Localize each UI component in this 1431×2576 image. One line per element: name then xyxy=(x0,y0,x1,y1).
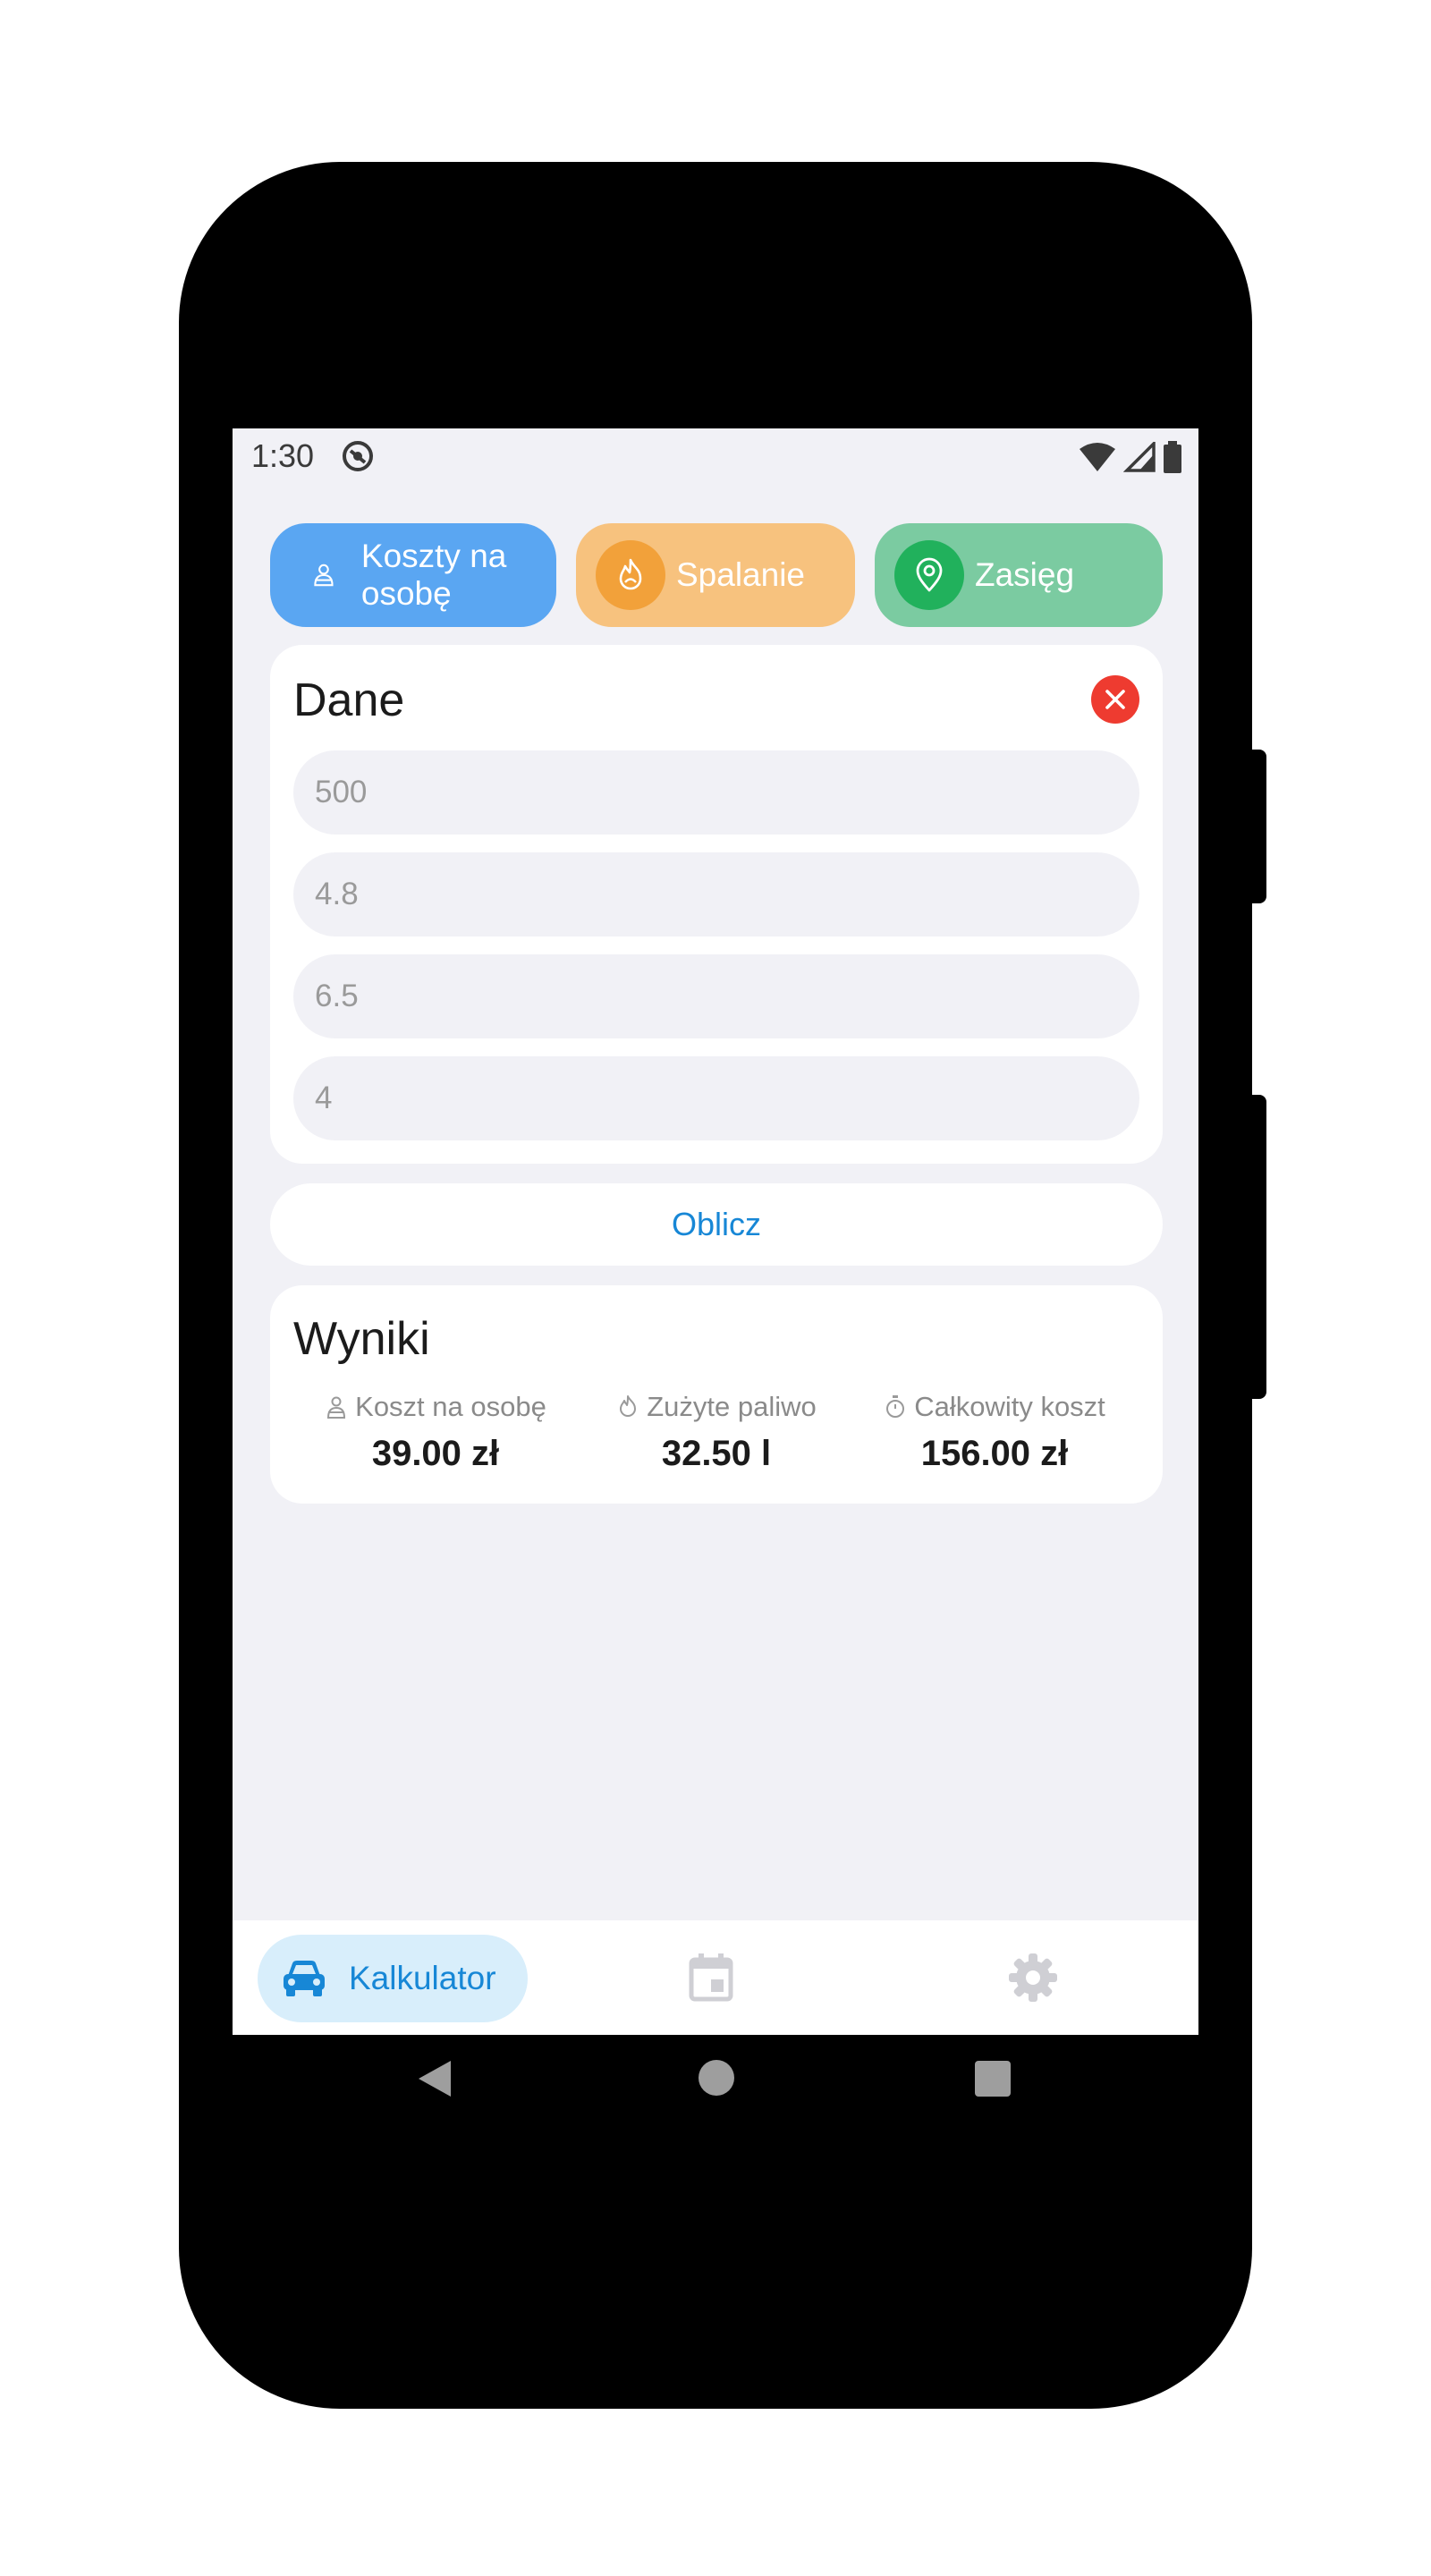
person-icon xyxy=(327,1396,346,1419)
result-total-cost: Całkowity koszt 156.00 zł xyxy=(860,1391,1129,1474)
persons-field[interactable] xyxy=(293,1056,1139,1140)
wifi-icon xyxy=(1080,443,1115,471)
distance-input[interactable] xyxy=(313,774,1139,811)
bottom-navigation: Kalkulator xyxy=(233,1920,1198,2035)
battery-icon xyxy=(1164,441,1181,473)
car-icon xyxy=(284,1961,325,1996)
gear-icon[interactable] xyxy=(1006,1951,1060,2004)
data-card-title: Dane xyxy=(293,674,405,726)
timer-icon xyxy=(886,1395,905,1418)
results-card: Wyniki Koszt na osobę 39.00 zł Zużyte pa… xyxy=(270,1285,1163,1504)
result-fuel-used: Zużyte paliwo 32.50 l xyxy=(596,1391,837,1474)
chip-fuel-consumption[interactable]: Spalanie xyxy=(576,523,855,627)
power-button xyxy=(1245,1095,1266,1399)
consumption-input[interactable] xyxy=(313,978,1139,1015)
data-card: Dane xyxy=(270,645,1163,1164)
system-recents-icon[interactable] xyxy=(975,2061,1011,2097)
fuel-price-field[interactable] xyxy=(293,852,1139,936)
signal-icon xyxy=(1123,442,1156,472)
fuel-price-input[interactable] xyxy=(313,876,1139,913)
distance-field[interactable] xyxy=(293,750,1139,835)
calculate-button[interactable]: Oblicz xyxy=(270,1183,1163,1266)
chip-range[interactable]: Zasięg xyxy=(875,523,1163,627)
status-bar: 1:30 xyxy=(233,428,1198,487)
status-time: 1:30 xyxy=(251,437,315,474)
status-icons xyxy=(1079,439,1182,475)
result-label: Zużyte paliwo xyxy=(596,1391,837,1423)
results-card-title: Wyniki xyxy=(293,1313,430,1365)
map-pin-icon xyxy=(916,557,943,592)
volume-button xyxy=(1245,750,1266,903)
app-screen: 1:30 Koszty na osobę Spalanie Zasięg Dan… xyxy=(233,428,1198,2035)
chip-icon-circle xyxy=(894,540,964,610)
result-value: 32.50 l xyxy=(661,1434,772,1473)
do-not-disturb-icon xyxy=(343,441,373,471)
result-label: Całkowity koszt xyxy=(860,1391,1129,1423)
result-label: Koszt na osobę xyxy=(306,1391,565,1423)
system-back-icon[interactable] xyxy=(417,2059,453,2098)
result-label-text: Koszt na osobę xyxy=(355,1391,546,1422)
result-label-text: Całkowity koszt xyxy=(914,1391,1105,1422)
chip-label: Zasięg xyxy=(975,556,1075,593)
chip-icon-circle xyxy=(596,540,665,610)
chip-cost-per-person[interactable]: Koszty na osobę xyxy=(270,523,556,627)
system-home-icon[interactable] xyxy=(698,2059,735,2097)
flame-icon xyxy=(620,1395,637,1417)
chip-label: Spalanie xyxy=(676,556,806,593)
result-value: 39.00 zł xyxy=(371,1434,500,1473)
person-icon xyxy=(314,564,334,587)
close-icon xyxy=(1105,690,1125,709)
result-cost-per-person: Koszt na osobę 39.00 zł xyxy=(306,1391,565,1474)
nav-item-label: Kalkulator xyxy=(349,1960,496,1996)
result-value: 156.00 zł xyxy=(920,1434,1069,1473)
clear-button[interactable] xyxy=(1091,675,1139,724)
calendar-icon[interactable] xyxy=(684,1951,738,2004)
consumption-field[interactable] xyxy=(293,954,1139,1038)
persons-input[interactable] xyxy=(313,1080,1139,1117)
flame-icon xyxy=(619,558,642,590)
nav-item-calculator[interactable]: Kalkulator xyxy=(258,1935,528,2022)
chip-label: Koszty na osobę xyxy=(360,538,507,612)
result-label-text: Zużyte paliwo xyxy=(647,1391,817,1422)
